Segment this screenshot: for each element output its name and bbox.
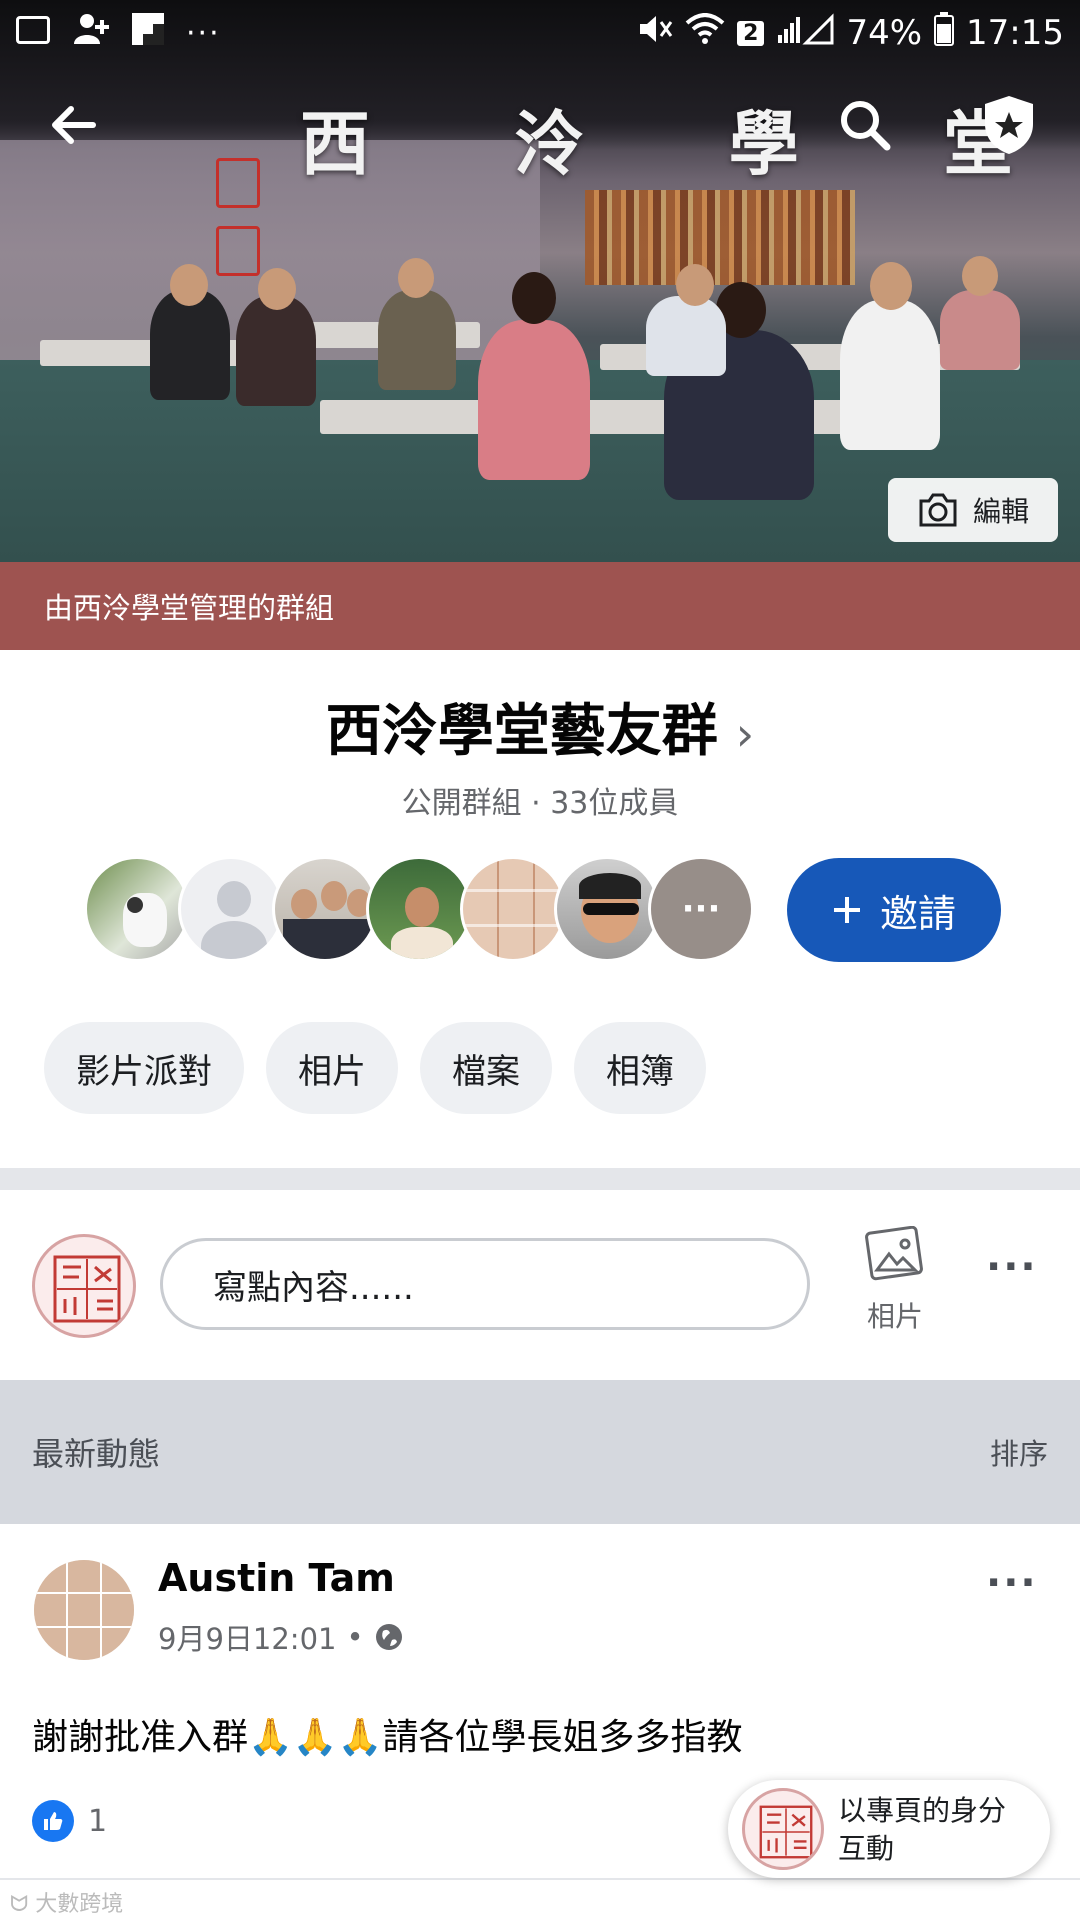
interact-as-page-line2: 互動 bbox=[838, 1832, 895, 1865]
post-author-name[interactable]: Austin Tam bbox=[158, 1556, 395, 1600]
tab-watch-party[interactable]: 影片派對 bbox=[44, 1022, 244, 1114]
group-name[interactable]: 西泠學堂藝友群 › bbox=[0, 686, 1080, 767]
feed-header: 最新動態 排序 bbox=[0, 1380, 1080, 1524]
admin-banner-text: 由西泠學堂管理的群組 bbox=[44, 591, 335, 625]
edit-cover-button[interactable]: 編輯 bbox=[888, 478, 1058, 542]
page-seal-avatar[interactable] bbox=[32, 1234, 136, 1338]
cover-person bbox=[378, 290, 456, 390]
photo-icon bbox=[865, 1225, 923, 1281]
add-photo-button[interactable]: 相片 bbox=[860, 1225, 930, 1335]
cover-person-head bbox=[512, 272, 556, 324]
interact-as-page-button[interactable]: 以專頁的身分 互動 bbox=[728, 1780, 1050, 1878]
search-icon bbox=[841, 101, 891, 151]
more-members[interactable]: ··· bbox=[648, 856, 754, 962]
admin-tools-button[interactable] bbox=[974, 90, 1044, 160]
group-tabs: 影片派對 相片 檔案 相簿 bbox=[44, 1022, 706, 1114]
like-icon bbox=[32, 1800, 74, 1842]
watermark-text: 大數跨境 bbox=[35, 1892, 124, 1917]
battery-icon bbox=[934, 11, 955, 55]
camera-icon bbox=[919, 493, 957, 527]
invite-label: 邀請 bbox=[879, 891, 956, 936]
tab-albums[interactable]: 相簿 bbox=[574, 1022, 706, 1114]
member-avatar[interactable] bbox=[366, 856, 472, 962]
invite-button[interactable]: 邀請 bbox=[787, 858, 1001, 962]
cover-person bbox=[150, 290, 230, 400]
post-composer: 寫點內容...... 相片 ··· bbox=[0, 1190, 1080, 1380]
member-avatars[interactable]: ··· bbox=[84, 856, 754, 962]
post-meta: 9月9日12:01 • bbox=[158, 1616, 404, 1658]
cover-bookshelf bbox=[585, 190, 855, 285]
plus-icon bbox=[833, 897, 860, 923]
sim-badge: 2 bbox=[737, 20, 765, 46]
back-button[interactable] bbox=[38, 90, 108, 160]
add-person-icon bbox=[72, 12, 110, 55]
interact-as-page-label: 以專頁的身分 互動 bbox=[838, 1792, 1006, 1868]
post-body: 謝謝批准入群🙏🙏🙏請各位學長姐多多指教 bbox=[32, 1717, 743, 1758]
member-avatar[interactable] bbox=[272, 856, 378, 962]
clock: 17:15 bbox=[966, 13, 1064, 53]
add-photo-label: 相片 bbox=[866, 1300, 923, 1333]
group-meta[interactable]: 公開群組 · 33位成員 bbox=[0, 778, 1080, 822]
cover-person-head bbox=[258, 268, 296, 310]
tab-photos[interactable]: 相片 bbox=[266, 1022, 398, 1114]
cover-person-head bbox=[398, 258, 434, 298]
signal-icon bbox=[776, 12, 834, 54]
status-bar: ··· 2 74% 17:15 bbox=[0, 0, 1080, 66]
member-avatar[interactable] bbox=[554, 856, 660, 962]
group-name-text: 西泠學堂藝友群 bbox=[325, 699, 718, 764]
composer-more-button[interactable]: ··· bbox=[986, 1244, 1038, 1290]
cover-person bbox=[840, 300, 940, 450]
edit-cover-label: 編輯 bbox=[972, 495, 1029, 528]
section-divider bbox=[0, 1168, 1080, 1190]
more-members-dots: ··· bbox=[681, 889, 721, 929]
watermark: ᗢ 大數跨境 bbox=[10, 1886, 123, 1918]
cover-person-head bbox=[676, 264, 714, 306]
cover-person bbox=[478, 320, 590, 480]
cover-person bbox=[646, 296, 726, 376]
interact-as-page-line1: 以專頁的身分 bbox=[838, 1794, 1007, 1827]
post-time[interactable]: 9月9日12:01 bbox=[158, 1616, 336, 1658]
watermark-logo-icon: ᗢ bbox=[10, 1892, 29, 1917]
post-more-button[interactable]: ··· bbox=[986, 1560, 1038, 1606]
tab-files[interactable]: 檔案 bbox=[420, 1022, 552, 1114]
page-seal-avatar bbox=[742, 1788, 824, 1870]
more-icon: ··· bbox=[186, 15, 221, 51]
reactions-summary[interactable]: 1 bbox=[32, 1800, 107, 1842]
mute-icon bbox=[637, 13, 673, 54]
chevron-right-icon: › bbox=[735, 707, 755, 761]
cover-seal bbox=[216, 158, 260, 208]
bottom-separator bbox=[0, 1878, 1080, 1880]
cover-person bbox=[940, 290, 1020, 370]
screen-cast-icon bbox=[16, 13, 50, 53]
post-author-avatar[interactable] bbox=[32, 1558, 136, 1662]
admin-banner: 由西泠學堂管理的群組 bbox=[0, 562, 1080, 650]
member-avatar[interactable] bbox=[460, 856, 566, 962]
wifi-icon bbox=[685, 12, 725, 54]
cover-person-head bbox=[870, 262, 912, 310]
back-arrow-icon bbox=[52, 106, 96, 144]
cover-person-head bbox=[962, 256, 998, 296]
like-count: 1 bbox=[88, 1803, 108, 1839]
sort-button[interactable]: 排序 bbox=[990, 1431, 1048, 1473]
globe-icon bbox=[375, 1624, 402, 1650]
cover-person bbox=[236, 296, 316, 406]
shield-star-icon bbox=[985, 96, 1033, 154]
feed-title: 最新動態 bbox=[32, 1435, 161, 1473]
composer-input[interactable]: 寫點內容...... bbox=[160, 1238, 810, 1330]
member-avatar-default[interactable] bbox=[178, 856, 284, 962]
flipboard-icon bbox=[132, 12, 164, 54]
search-button[interactable] bbox=[830, 90, 900, 160]
member-avatar[interactable] bbox=[84, 856, 190, 962]
cover-calligraphy: 西 泠 學 堂 bbox=[300, 102, 1074, 185]
cover-seal bbox=[216, 226, 260, 276]
battery-percent: 74% bbox=[846, 13, 923, 53]
cover-person-head bbox=[170, 264, 208, 306]
post-meta-dot: • bbox=[346, 1620, 364, 1654]
